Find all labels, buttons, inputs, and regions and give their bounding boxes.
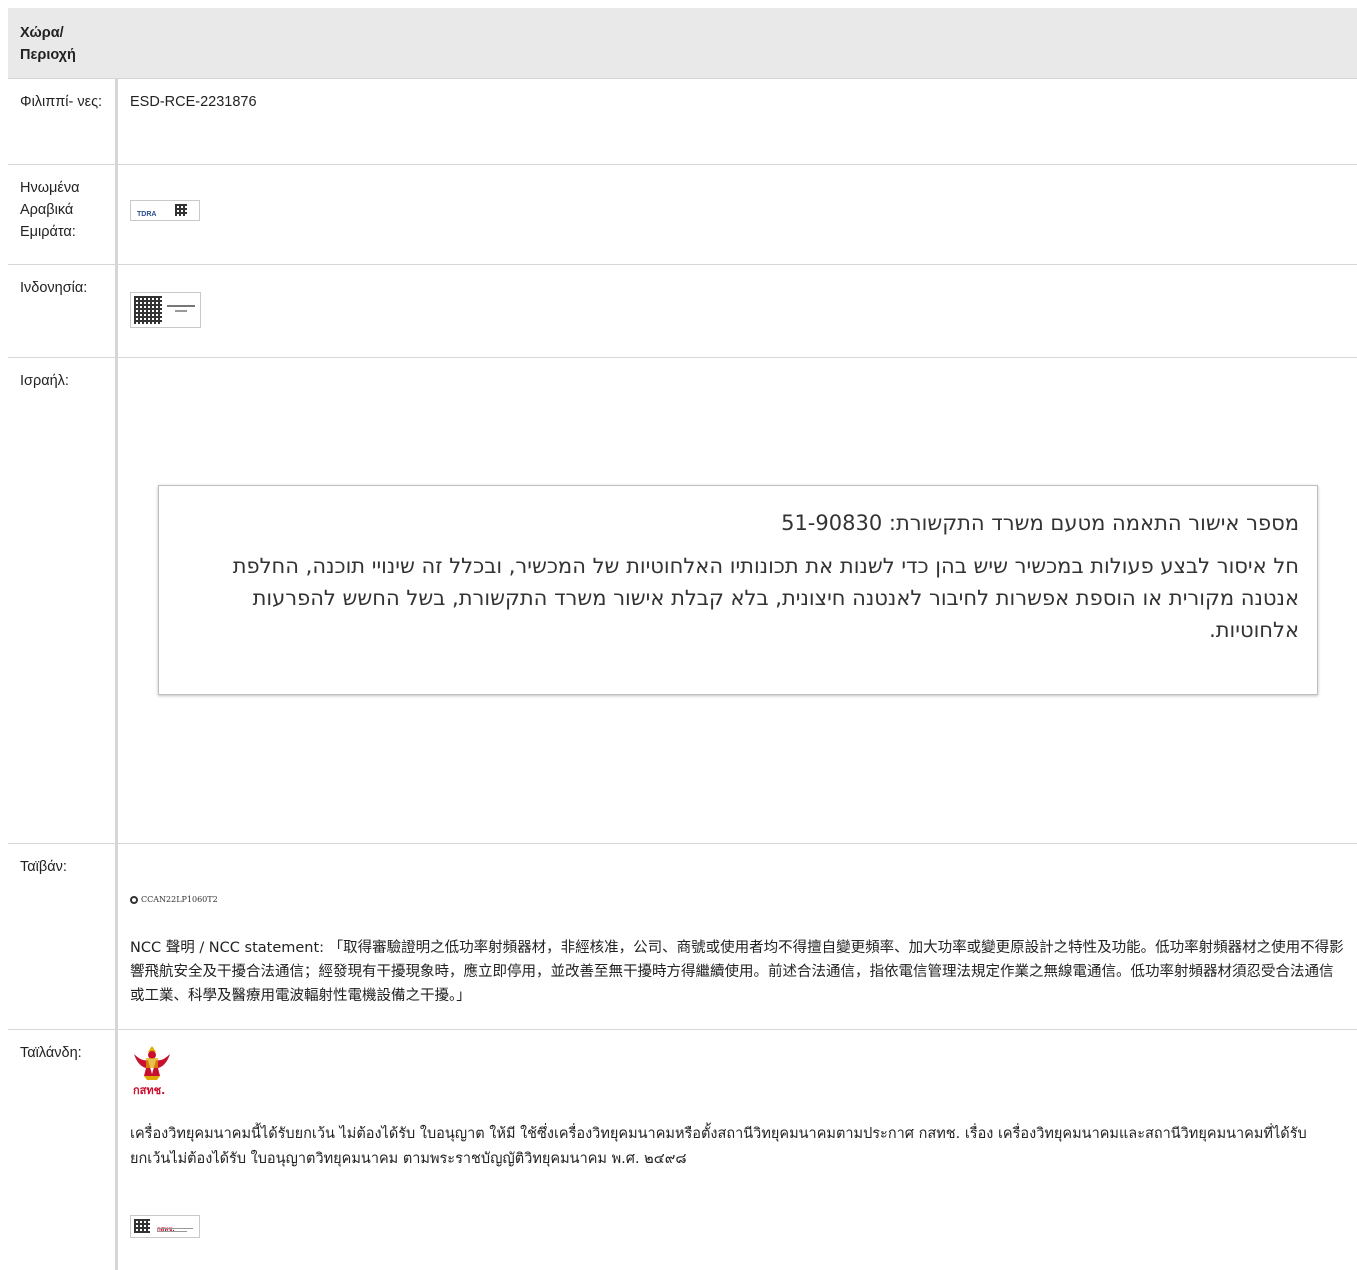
tdra-certificate-label: TDRA [130,200,200,221]
uae-value-cell: TDRA [115,165,1357,264]
israel-approval-number: מספר אישור התאמה מטעם משרד התקשורת: 51-9… [781,511,1299,535]
ncc-certificate-label: CCAN22LP1060T2 [130,889,218,911]
country-taiwan: Ταϊβάν: [20,859,67,875]
nbtc-label-text: กสทช. [157,1226,175,1233]
cert-text-line [157,1228,193,1229]
israel-warning-text: חל איסור לבצע פעולות במכשיר שיש בהן כדי … [232,554,1299,642]
country-israel: Ισραήλ: [20,373,69,389]
table-row: Φιλιππί- νες: ESD-RCE-2231876 [8,79,1357,165]
thailand-value-cell: กสทช. เครื่องวิทยุคมนาคมนี้ได้รับยกเว้น … [115,1030,1357,1270]
header-country-label: Χώρα/ Περιοχή [20,25,76,63]
table-row: Ταϊβάν: CCAN22LP1060T2 NCC 聲明 / NCC stat… [8,844,1357,1030]
tdra-logo-text: TDRA [137,211,157,218]
table-row: Ισραήλ: מספר אישור התאמה מטעם משרד התקשו… [8,358,1357,844]
ncc-code: CCAN22LP1060T2 [141,895,218,904]
philippines-value: ESD-RCE-2231876 [115,79,1357,164]
country-thailand: Ταϊλάνδη: [20,1045,82,1061]
israel-value-cell: מספר אישור התאמה מטעם משרד התקשורת: 51-9… [115,358,1357,843]
country-philippines: Φιλιππί- νες: [20,94,103,110]
country-uae: Ηνωμένα Αραβικά Εμιράτα: [20,180,80,240]
ncc-statement: NCC 聲明 / NCC statement: 「取得審驗證明之低功率射頻器材，… [130,940,1344,1004]
qr-code-icon [175,204,187,216]
indonesia-certificate-label [130,292,201,328]
qr-code-icon [134,1219,150,1233]
nbtc-logo-caption: กสทช. [133,1084,166,1097]
country-indonesia: Ινδονησία: [20,280,88,296]
cert-text-line [157,1231,187,1232]
cert-text-line [175,310,187,312]
indonesia-value-cell [115,265,1357,357]
cert-text-line [167,305,195,307]
qr-code-icon [134,296,162,324]
header-value-cell [115,8,1357,78]
thailand-statement: เครื่องวิทยุคมนาคมนี้ได้รับยกเว้น ไม่ต้อ… [130,1126,1307,1167]
certification-table: Χώρα/ Περιοχή Φιλιππί- νες: ESD-RCE-2231… [8,8,1357,1270]
garuda-emblem-icon: กสทช. [130,1044,174,1097]
table-header-row: Χώρα/ Περιοχή [8,8,1357,79]
thailand-certificate-label: กสทช. [130,1215,200,1238]
table-row: Ταϊλάνδη: กสทช. เครื่องวิทยุคมนาคมนี้ได้… [8,1030,1357,1270]
ncc-logo-icon [130,896,138,904]
taiwan-value-cell: CCAN22LP1060T2 NCC 聲明 / NCC statement: 「… [115,844,1357,1029]
table-row: Ηνωμένα Αραβικά Εμιράτα: TDRA [8,165,1357,265]
israel-approval-notice: מספר אישור התאמה מטעם משרד התקשורת: 51-9… [158,485,1318,695]
table-row: Ινδονησία: [8,265,1357,358]
